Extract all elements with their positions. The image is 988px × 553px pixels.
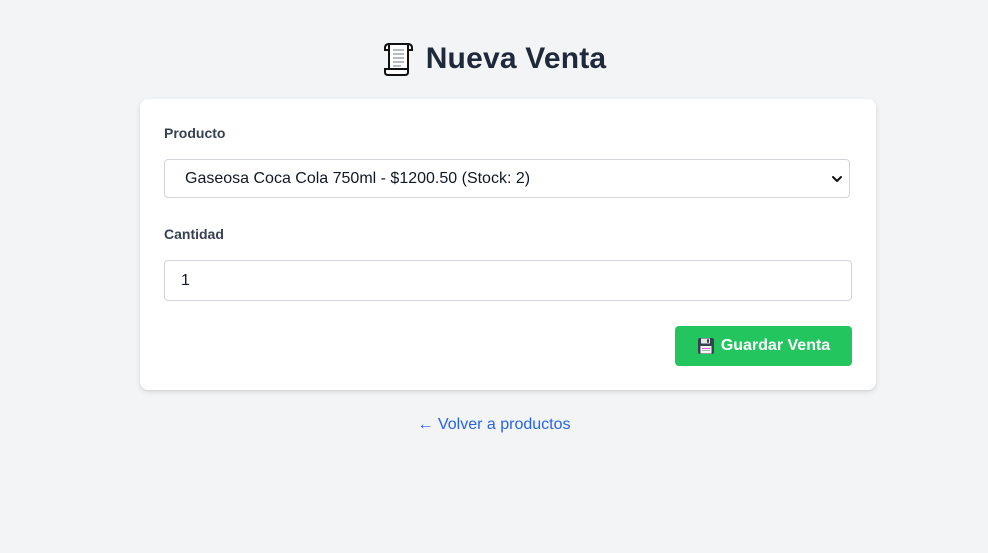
product-select[interactable]: Gaseosa Coca Cola 750ml - $1200.50 (Stoc… bbox=[164, 159, 850, 198]
back-to-products-link[interactable]: ← Volver a productos bbox=[418, 416, 571, 433]
sale-form-card: Producto Gaseosa Coca Cola 750ml - $1200… bbox=[140, 99, 876, 390]
page-title: Nueva Venta bbox=[425, 42, 607, 75]
product-label: Producto bbox=[164, 125, 226, 141]
save-sale-button[interactable]: Guardar Venta bbox=[675, 326, 852, 366]
product-select-value: Gaseosa Coca Cola 750ml - $1200.50 (Stoc… bbox=[185, 169, 531, 187]
save-sale-button-label: Guardar Venta bbox=[720, 337, 831, 354]
quantity-label: Cantidad bbox=[164, 226, 224, 242]
quantity-input[interactable] bbox=[164, 260, 852, 301]
page-header: Nueva Venta bbox=[0, 36, 988, 82]
scroll-icon bbox=[383, 43, 413, 76]
back-link-row: ← Volver a productos bbox=[0, 416, 988, 434]
floppy-disk-icon bbox=[697, 338, 714, 354]
chevron-down-icon bbox=[832, 176, 842, 182]
